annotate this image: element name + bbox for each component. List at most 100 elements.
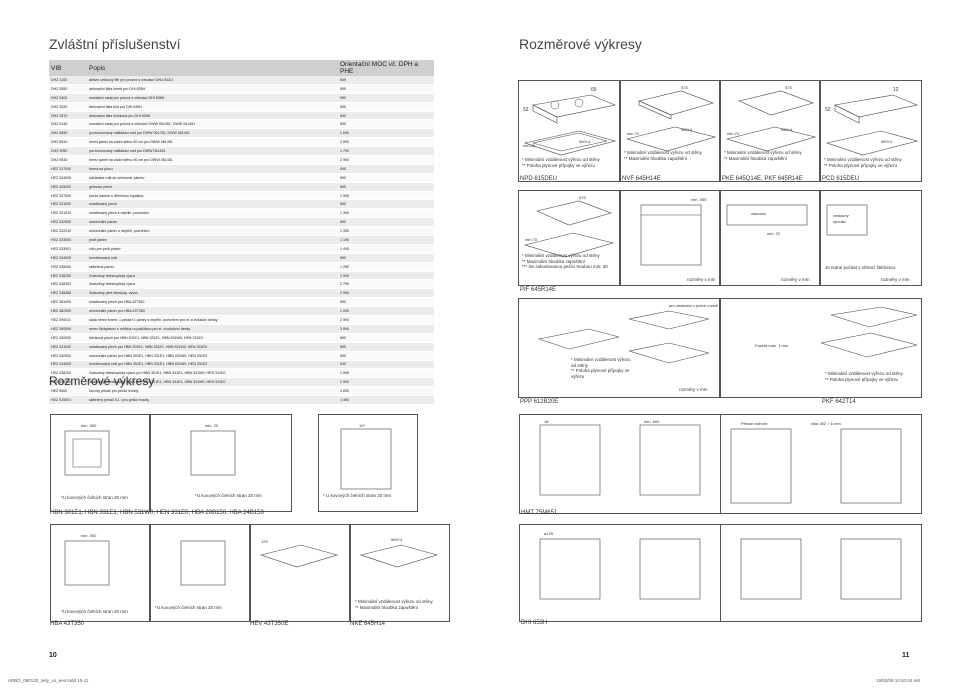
cell-vib: DHZ 9050 (49, 146, 87, 157)
hob-outline-icon: 575 min.70 560+4 (725, 85, 817, 152)
table-row: HEZ 432000 univerzální pánev pro HBN 301E… (49, 351, 434, 361)
svg-text:min. 550: min. 550 (81, 423, 97, 428)
table-row: HEZ 333000 profi pánev 1 190 (49, 235, 434, 245)
cell-popis: pochromovaný odkládací rošt pro DWW 0617… (87, 128, 338, 139)
cell-vib: HEZ 338358 (49, 288, 87, 299)
note-hba-2: *U kovových čelních stran 20 mm (155, 605, 222, 610)
svg-text:560+4: 560+4 (579, 139, 591, 144)
cabinet-outline-icon: min. 550 (640, 197, 707, 266)
drawing-nvf: 575 min.70 560+4 (620, 80, 720, 182)
note-hba-1: *U kovových čelních stran 20 mm (61, 609, 128, 614)
cell-vib: DHZ 6510 (49, 137, 87, 148)
table-row: HEZ 325000 grilovací plech 690 (49, 182, 434, 192)
cell-price: 1 990 (338, 191, 434, 201)
caption-nvf: NVF 645H14E (622, 176, 661, 182)
caption-dhi: DHI 653H (521, 620, 548, 626)
drawing-nke: 560+4 * Minimální vzdálenost výřezu od s… (350, 524, 450, 622)
table-row: DHZ 3570 dekorační lišta hliníková pro DH… (49, 111, 434, 121)
cell-price: 2 990 (338, 288, 434, 299)
hob-outline-icon: 575 min.70 (523, 195, 615, 258)
table-row: HEZ 332010 univerzální pánev s nepřiln. p… (49, 226, 434, 237)
cell-popis: univerzální pánev pro HBN 301E1, HBN 331… (87, 351, 338, 361)
cell-vib: HEZ 332000 (49, 217, 87, 228)
cell-price: 2 590 (338, 137, 434, 148)
cell-popis: univerzální pánev pro HBA 43T350 (87, 306, 338, 317)
svg-text:560+4: 560+4 (391, 537, 403, 542)
cell-popis: odkládací rošt do univerzál. plechu (87, 173, 338, 183)
table-row: DHZ 3520 dekorační lišta bílá pro DHI 635… (49, 102, 434, 112)
cell-vib: HEZ 325000 (49, 182, 87, 192)
cell-vib: HEZ 324000 (49, 173, 87, 183)
svg-text:min.70: min.70 (525, 237, 538, 242)
cell-price: 2 590 (338, 377, 434, 388)
table-row: HEZ 430000 hliníková plech pro HBN 301E1,… (49, 333, 434, 343)
oven-outline-icon: 18 min. 600 (539, 419, 701, 496)
hob-outline-icon: Fazeta max. 1 mm (755, 306, 918, 358)
cell-price: 849 (338, 76, 434, 85)
drawing-hbn-3: 19* * U kovových čelních stran 20 mm (318, 414, 418, 512)
cell-popis: univerzální pánev s nepřiln. povrchem (87, 226, 338, 237)
cell-price: 590 (338, 173, 434, 183)
note-rozmery-3: rozměry v mm (881, 277, 910, 282)
table-row: HEZ 390090 nerez Wokpánev s mřížkou a pok… (49, 324, 434, 334)
cell-vib: HEZ 430000 (49, 333, 87, 343)
table-row: HEZ 327000 pečicí kámen s dřevěnou lopatk… (49, 191, 434, 201)
svg-text:min. 20: min. 20 (205, 423, 219, 428)
cell-vib: DHZ 1100 (49, 76, 87, 85)
oven-outline-icon: vestavný sporák/ (826, 204, 868, 236)
cell-price: 590 (338, 253, 434, 263)
table-row: HEZ 336000 skleněná pánev 1 290 (49, 262, 434, 272)
svg-text:vestavný: vestavný (833, 213, 849, 218)
cell-popis: nerez panel na zadní stěnu 60 cm pro DWW… (87, 137, 338, 148)
cell-popis: skleněná pánev (87, 262, 338, 272)
table-row: DHZ 1100 aktivní uhlíkový filtr pro provo… (49, 76, 434, 85)
table-row: HEZ 390011 sada nerez forem: 1 pekáč+1 pá… (49, 315, 434, 325)
cell-vib: HEZ 390090 (49, 324, 87, 334)
cell-price: 690 (338, 182, 434, 192)
page-title-left: Zvláštní příslušenství (49, 36, 181, 52)
cell-vib: HEZ 327000 (49, 191, 87, 201)
table-row: DHZ 9530 nerez panel na zadní stěnu 90 cm… (49, 155, 434, 165)
cell-vib: HEZ 432000 (49, 351, 87, 361)
svg-text:560+4: 560+4 (881, 139, 893, 144)
table-row: HEZ 6000 kovový pekáč pro pečicí trouby 4 … (49, 386, 434, 397)
cell-vib: DHZ 6550 (49, 128, 87, 139)
svg-text:zásuvka: zásuvka (751, 211, 766, 216)
table-row: HEZ 362000 univerzální pánev pro HBA 43T3… (49, 306, 434, 317)
table-row: DHZ 6550 pochromovaný odkládací rošt pro … (49, 128, 434, 139)
cell-vib: HEZ 336000 (49, 262, 87, 272)
cell-vib: DHZ 3570 (49, 111, 87, 121)
table-row: HEZ 431000 smaltovaný plech pro HBN 301E1… (49, 342, 434, 352)
cell-popis: smaltovaný plech pro HBA 43T350 (87, 297, 338, 308)
hob-outline-icon: 125 (259, 539, 339, 568)
caption-pkf: PKF 642T14 (822, 399, 856, 405)
cell-vib: DHZ 9530 (49, 155, 87, 165)
table-row: HEZ 361000 smaltovaný plech pro HBA 43T35… (49, 297, 434, 308)
cell-vib: DHZ 3400 (49, 93, 87, 103)
cell-vib: HEZ 331000 (49, 199, 87, 210)
table-row: HEZ 338352 3násobný teleskopický výsuv 2 7… (49, 279, 434, 290)
cell-price: 1 790 (338, 146, 434, 157)
table-row: DHZ 3550 dekorační lišta černá pro DHI 63… (49, 84, 434, 94)
drawing-hbn-1: min. 550 *U kovových čelních stran 20 mm (50, 414, 150, 512)
table-row: DHZ 3400 montážní sada pro provoz s cirku… (49, 93, 434, 103)
cell-price: 540 (338, 360, 434, 370)
cell-popis: nerez Wokpánev s mřížkou a pokličkou pro… (87, 324, 338, 334)
svg-text:ø120: ø120 (544, 531, 554, 536)
cell-vib: HEZ 915001 (49, 395, 87, 405)
drawing-pke: 575 min.70 560+4 (720, 80, 820, 182)
cell-vib: HEZ 362000 (49, 306, 87, 317)
svg-text:52: 52 (523, 107, 529, 113)
hood-outline-icon (740, 538, 902, 600)
footer-file: ARBO_090130_sety_vo_ee4.indd 10-11 (8, 678, 89, 683)
footer-date: 19/02/09 10:40:44 AM (876, 678, 921, 683)
svg-text:575: 575 (579, 195, 586, 200)
table-row: DHZ 6510 nerez panel na zadní stěnu 60 cm… (49, 137, 434, 148)
caption-pke: PKE 645Q14E, PKF 645R14E (722, 176, 803, 182)
cell-price: 1 390 (338, 226, 434, 237)
note-rozmery-2: rozměry v mm (781, 277, 810, 282)
cell-popis: montážní sada pro provoz s cirkulací DWW… (87, 119, 338, 130)
drawing-pkf: Fazeta max. 1 mm * Minimální vzdálenost … (720, 298, 922, 398)
cell-vib: HEZ 332010 (49, 226, 87, 237)
table-row: HEZ 331000 smaltovaný plech 590 (49, 199, 434, 210)
